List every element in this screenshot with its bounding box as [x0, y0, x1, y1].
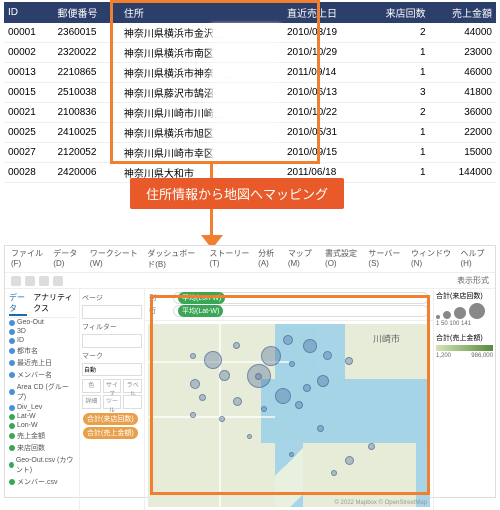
marks-shelf: マーク	[82, 351, 142, 361]
legend-pane: 合計(来店回数) 1 50 100 141 合計(売上金額) 1,200 986…	[433, 289, 495, 510]
filters-shelf: フィルター	[82, 322, 142, 332]
map-bubble[interactable]	[233, 397, 242, 406]
field-item[interactable]: メンバー.csv	[7, 476, 77, 488]
menu-item[interactable]: データ(D)	[53, 248, 82, 270]
datasource[interactable]: Geo-Out	[7, 318, 77, 327]
th-date: 直近売上日	[283, 2, 363, 23]
th-addr: 住所	[120, 2, 283, 23]
table-row: 000022320022神奈川県横浜市南区2010/10/29123000	[4, 43, 496, 63]
map-bubble[interactable]	[275, 388, 291, 404]
map-bubble[interactable]	[303, 339, 317, 353]
th-visits: 来店回数	[363, 2, 429, 23]
mark-shape[interactable]	[123, 395, 142, 409]
toolbar-icon[interactable]	[25, 276, 35, 286]
tab-data[interactable]: データ	[9, 292, 27, 316]
mark-size[interactable]: サイズ	[103, 379, 122, 393]
menu-item[interactable]: サーバー(S)	[368, 248, 403, 270]
menu-item[interactable]: ストーリー(T)	[209, 248, 250, 270]
map-bubble[interactable]	[247, 434, 252, 439]
columns-shelf[interactable]: 平均(Lon-W)	[173, 292, 429, 304]
field-item[interactable]: 都市名	[7, 345, 77, 357]
map-attribution: © 2022 Mapbox © OpenStreetMap	[334, 500, 427, 506]
map-bubble[interactable]	[295, 401, 303, 409]
showme-button[interactable]: 表示形式	[457, 275, 489, 286]
map-bubble[interactable]	[199, 394, 206, 401]
map-bubble[interactable]	[317, 425, 324, 432]
table-row: 000132210865神奈川県横浜市神奈川区2011/09/14146000	[4, 63, 496, 83]
menu-item[interactable]: ヘルプ(H)	[461, 248, 490, 270]
toolbar-icon[interactable]	[39, 276, 49, 286]
field-item[interactable]: Geo-Out.csv (カウント)	[7, 454, 77, 476]
map-bubble[interactable]	[261, 346, 281, 366]
menu-item[interactable]: 書式設定(O)	[325, 248, 360, 270]
menu-item[interactable]: ダッシュボード(B)	[147, 248, 201, 270]
tab-analytics[interactable]: アナリティクス	[33, 292, 75, 316]
th-id: ID	[4, 2, 54, 23]
pill-visits[interactable]: 合計(来店回数)	[83, 413, 138, 425]
map-bubble[interactable]	[219, 416, 225, 422]
table-row: 000012360015神奈川県横浜市金沢区2010/03/19244000	[4, 23, 496, 43]
field-item[interactable]: Lat-W	[7, 412, 77, 421]
size-legend	[436, 303, 493, 319]
table-header-row: ID 郵便番号 住所 直近売上日 来店回数 売上金額	[4, 2, 496, 23]
table-row: 000152510038神奈川県藤沢市鵠沼2010/06/13341800	[4, 83, 496, 103]
marks-pane: ページ フィルター マーク 自動 色 サイズ ラベル 詳細 ツール 合計(来店回…	[80, 289, 145, 510]
menu-item[interactable]: マップ(M)	[288, 248, 317, 270]
table-row: 000252410025神奈川県横浜市旭区2010/05/31122000	[4, 123, 496, 143]
mark-tooltip[interactable]: ツール	[103, 395, 122, 409]
columns-label: 列	[149, 293, 169, 303]
field-item[interactable]: Div_Lev	[7, 403, 77, 412]
field-item[interactable]: ID	[7, 336, 77, 345]
mark-detail[interactable]: 詳細	[82, 395, 101, 409]
pill-amount[interactable]: 合計(売上金額)	[83, 427, 138, 439]
color-legend	[436, 345, 493, 351]
field-item[interactable]: 3D	[7, 327, 77, 336]
legend-amount-title: 合計(売上金額)	[436, 333, 493, 343]
legend-max: 986,000	[471, 353, 493, 359]
field-item[interactable]: Lon-W	[7, 421, 77, 430]
menu-item[interactable]: ワークシート(W)	[90, 248, 139, 270]
map-bubble[interactable]	[219, 370, 230, 381]
th-amount: 売上金額	[430, 2, 496, 23]
map-viz[interactable]: 川崎市 © 2022 Mapbox © OpenStreetMap	[148, 324, 430, 507]
data-pane: データ アナリティクス Geo-Out 3DID都市名最近売上日メンバー名Are…	[5, 289, 80, 510]
pages-slot[interactable]	[82, 305, 142, 319]
toolbar: 表示形式	[5, 273, 495, 289]
tableau-window: ファイル(F) データ(D) ワークシート(W) ダッシュボード(B) ストーリー(T)…	[4, 245, 496, 498]
mark-label[interactable]: ラベル	[123, 379, 142, 393]
menu-bar: ファイル(F) データ(D) ワークシート(W) ダッシュボード(B) ストーリー(T)…	[5, 246, 495, 273]
legend-visits-title: 合計(来店回数)	[436, 291, 493, 301]
map-bubble[interactable]	[368, 443, 375, 450]
field-item[interactable]: メンバー名	[7, 369, 77, 381]
rows-label: 行	[149, 306, 169, 316]
marks-dropdown[interactable]: 自動	[82, 363, 142, 376]
rows-shelf[interactable]: 平均(Lat-W)	[173, 305, 429, 317]
callout-label: 住所情報から地図へマッピング	[130, 178, 344, 209]
menu-item[interactable]: ウィンドウ(N)	[411, 248, 453, 270]
toolbar-icon[interactable]	[11, 276, 21, 286]
map-bubble[interactable]	[289, 361, 295, 367]
toolbar-icon[interactable]	[53, 276, 63, 286]
table-row: 000272120052神奈川県川崎市幸区2010/09/15115000	[4, 143, 496, 163]
field-item[interactable]: Area CD (グループ)	[7, 381, 77, 403]
field-item[interactable]: 来店回数	[7, 442, 77, 454]
pages-shelf: ページ	[82, 293, 142, 303]
map-bubble[interactable]	[233, 342, 240, 349]
field-item[interactable]: 最近売上日	[7, 357, 77, 369]
table-row: 000212100836神奈川県川崎市川崎区2010/10/22236000	[4, 103, 496, 123]
legend-min: 1,200	[436, 353, 451, 359]
data-table: ID 郵便番号 住所 直近売上日 来店回数 売上金額 000012360015神…	[4, 2, 496, 183]
menu-item[interactable]: 分析(A)	[258, 248, 280, 270]
pill-lon[interactable]: 平均(Lon-W)	[178, 292, 225, 304]
view-area: 列 平均(Lon-W) 行 平均(Lat-W) 川崎市 © 2022 Mapbo…	[145, 289, 433, 510]
mark-color[interactable]: 色	[82, 379, 101, 393]
city-label: 川崎市	[373, 332, 400, 345]
pill-lat[interactable]: 平均(Lat-W)	[178, 305, 223, 317]
db-icon	[9, 320, 15, 326]
menu-item[interactable]: ファイル(F)	[11, 248, 45, 270]
field-item[interactable]: 売上金額	[7, 430, 77, 442]
filters-slot[interactable]	[82, 334, 142, 348]
th-zip: 郵便番号	[54, 2, 120, 23]
